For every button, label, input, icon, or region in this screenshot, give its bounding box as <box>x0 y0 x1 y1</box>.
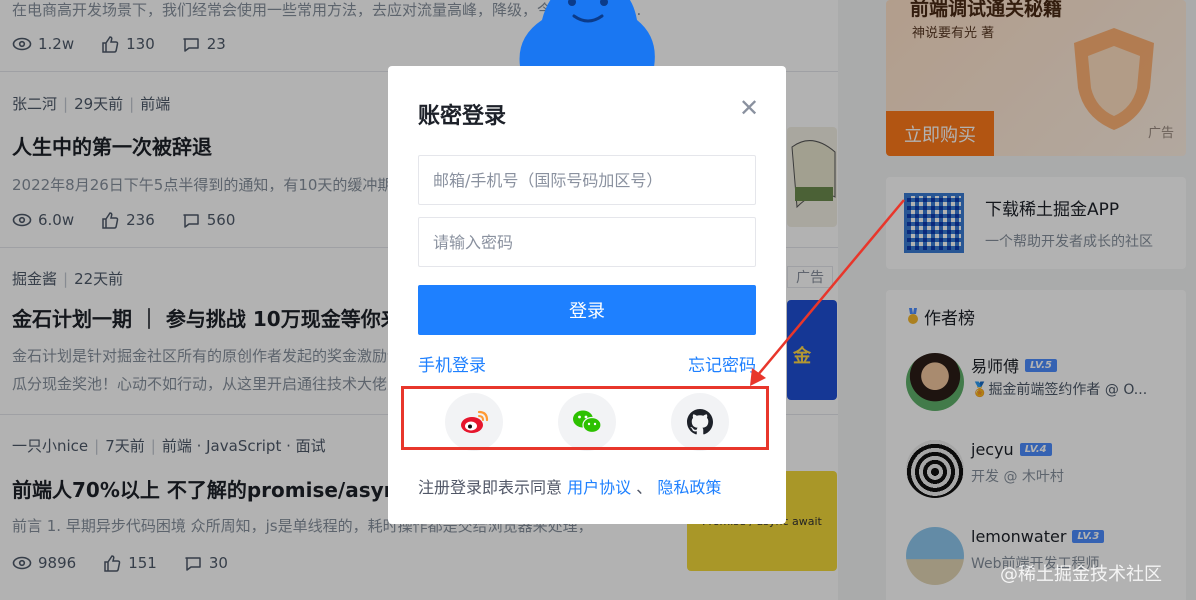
agreement-text: 注册登录即表示同意 用户协议 、 隐私政策 <box>418 478 722 497</box>
privacy-policy-link[interactable]: 隐私政策 <box>657 478 721 497</box>
annotation-highlight-box <box>401 386 769 450</box>
account-input[interactable] <box>418 155 756 205</box>
close-icon[interactable]: ✕ <box>738 96 760 120</box>
login-button[interactable]: 登录 <box>418 285 756 335</box>
login-modal: 账密登录 ✕ 登录 手机登录 忘记密码 注册登录即表示同意 用户协议 、 隐私政… <box>388 66 786 524</box>
phone-login-link[interactable]: 手机登录 <box>418 351 486 376</box>
user-agreement-link[interactable]: 用户协议 <box>567 478 631 497</box>
password-input[interactable] <box>418 217 756 267</box>
forgot-password-link[interactable]: 忘记密码 <box>688 351 756 376</box>
mascot-illustration <box>519 0 655 76</box>
watermark: @稀土掘金技术社区 <box>1000 564 1162 585</box>
modal-title: 账密登录 <box>418 104 507 129</box>
